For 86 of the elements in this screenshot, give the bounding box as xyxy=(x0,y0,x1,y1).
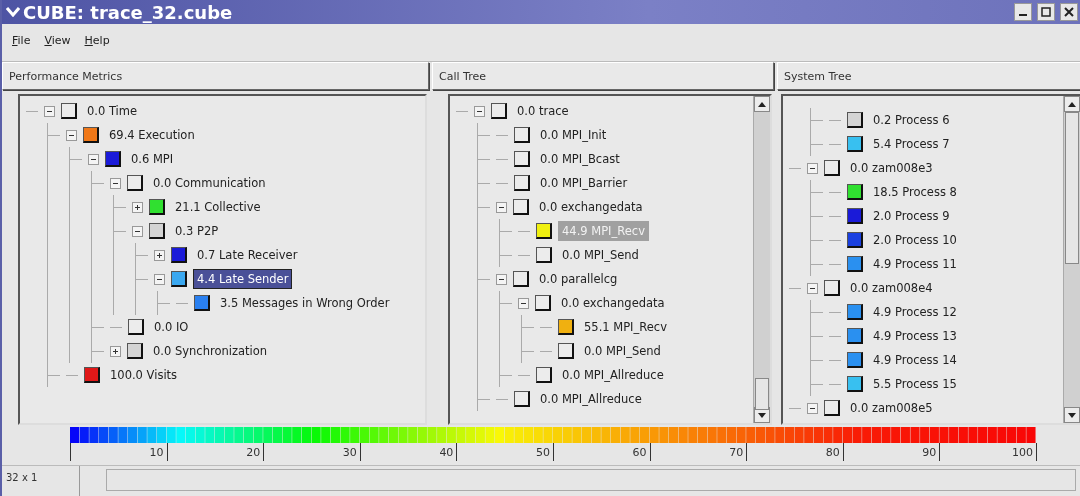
tree-item[interactable]: 0.6 MPI xyxy=(127,149,178,169)
tree-item[interactable]: 0.0 Communication xyxy=(149,173,270,193)
collapse-icon[interactable] xyxy=(496,273,507,285)
tree-item[interactable]: 4.9 Process 14 xyxy=(869,350,961,370)
tree-item[interactable]: 100.0 Visits xyxy=(106,365,182,385)
tree-item[interactable]: 18.5 Process 8 xyxy=(869,182,961,202)
scrollbar[interactable] xyxy=(753,96,770,423)
status-text: 32 x 1 xyxy=(2,466,80,496)
collapse-icon[interactable] xyxy=(807,162,818,174)
scrollbar-thumb[interactable] xyxy=(755,378,769,410)
menu-item[interactable]: Help xyxy=(84,34,110,47)
expand-icon[interactable] xyxy=(110,345,121,357)
tree-item[interactable]: 0.0 exchangedata xyxy=(535,197,647,217)
tree-item[interactable]: 4.9 Process 12 xyxy=(869,302,961,322)
down-arrow-icon[interactable] xyxy=(758,412,766,418)
tree-item[interactable]: 0.0 MPI_Bcast xyxy=(536,149,624,169)
tree-item[interactable]: 0.0 trace xyxy=(513,101,573,121)
tree-item[interactable]: 0.0 zam008e3 xyxy=(846,158,937,178)
tree-item[interactable]: 0.0 parallelcg xyxy=(535,269,622,289)
panel-header: Performance Metrics xyxy=(2,62,429,90)
minimize-button[interactable] xyxy=(1014,3,1032,21)
tree-item[interactable]: 55.1 MPI_Recv xyxy=(580,317,671,337)
close-icon xyxy=(1064,7,1074,17)
menu-item[interactable]: File xyxy=(12,34,31,47)
collapse-icon[interactable] xyxy=(518,297,529,309)
scale-label: 60 xyxy=(553,443,651,461)
down-arrow-icon[interactable] xyxy=(1068,412,1076,418)
collapse-icon[interactable] xyxy=(110,177,121,189)
tree-item[interactable]: 0.0 MPI_Allreduce xyxy=(558,365,668,385)
expand-icon[interactable] xyxy=(154,249,165,261)
tree-item[interactable]: 2.0 Process 10 xyxy=(869,230,961,250)
scale-label: 90 xyxy=(843,443,941,461)
tree-item[interactable]: 0.3 P2P xyxy=(171,221,223,241)
tree-item[interactable]: 3.5 Messages in Wrong Order xyxy=(216,293,394,313)
tree-item[interactable]: 5.5 Process 15 xyxy=(869,374,961,394)
tree-item[interactable]: 0.0 MPI_Send xyxy=(580,341,665,361)
tree-item[interactable]: 0.0 MPI_Send xyxy=(558,245,643,265)
collapse-icon[interactable] xyxy=(44,105,55,117)
tree-item[interactable]: 4.9 Process 13 xyxy=(869,326,961,346)
tree-item[interactable]: 69.4 Execution xyxy=(105,125,199,145)
menu-item[interactable]: View xyxy=(44,34,71,47)
collapse-icon[interactable] xyxy=(132,225,143,237)
panel-header: Call Tree xyxy=(432,62,774,90)
scale-label: 40 xyxy=(360,443,458,461)
tree-item[interactable]: 0.0 zam008e4 xyxy=(846,278,937,298)
collapse-icon[interactable] xyxy=(496,201,507,213)
collapse-icon[interactable] xyxy=(474,105,485,117)
chevron-icon[interactable] xyxy=(6,7,20,17)
scale-label: 100 xyxy=(940,443,1037,461)
tree-item[interactable]: 4.4 Late Sender xyxy=(193,269,293,289)
expand-icon[interactable] xyxy=(132,201,143,213)
tree-item[interactable]: 21.1 Collective xyxy=(171,197,265,217)
collapse-icon[interactable] xyxy=(66,129,77,141)
scrollbar[interactable] xyxy=(1063,96,1080,423)
scrollbar-thumb[interactable] xyxy=(1065,112,1079,264)
tree-item[interactable]: 0.0 MPI_Init xyxy=(536,125,611,145)
scale-label: 80 xyxy=(747,443,844,461)
tree-item[interactable]: 0.7 Late Receiver xyxy=(193,245,302,265)
scale-label: 70 xyxy=(650,443,748,461)
scale-label: 10 xyxy=(71,443,168,461)
collapse-icon[interactable] xyxy=(88,153,99,165)
tree-item[interactable]: 0.2 Process 6 xyxy=(869,110,954,130)
scale-label: 20 xyxy=(167,443,265,461)
tree-item[interactable]: 5.4 Process 7 xyxy=(869,134,954,154)
collapse-icon[interactable] xyxy=(807,282,818,294)
maximize-button[interactable] xyxy=(1037,3,1055,21)
tree-item[interactable]: 2.0 Process 9 xyxy=(869,206,954,226)
tree-item[interactable]: 4.9 Process 11 xyxy=(869,254,961,274)
scale-label: 50 xyxy=(457,443,554,461)
tree-item[interactable]: 0.0 MPI_Allreduce xyxy=(536,389,646,409)
window-title: CUBE: trace_32.cube xyxy=(23,1,234,23)
tree-item[interactable]: 0.0 IO xyxy=(150,317,193,337)
collapse-icon[interactable] xyxy=(154,273,165,285)
tree-item[interactable]: 0.0 Time xyxy=(83,101,142,121)
up-arrow-icon[interactable] xyxy=(758,101,766,107)
collapse-icon[interactable] xyxy=(807,402,818,414)
panel-header: System Tree xyxy=(777,62,1080,90)
tree-item[interactable]: 0.0 Synchronization xyxy=(149,341,272,361)
tree-item[interactable]: 0.0 zam008e5 xyxy=(846,398,937,418)
tree-item[interactable]: 0.0 exchangedata xyxy=(557,293,669,313)
tree-item[interactable]: 0.0 MPI_Barrier xyxy=(536,173,632,193)
minimize-icon xyxy=(1019,14,1027,16)
maximize-icon xyxy=(1041,7,1051,17)
up-arrow-icon[interactable] xyxy=(1068,101,1076,107)
scale-label: 30 xyxy=(264,443,361,461)
close-button[interactable] xyxy=(1060,3,1078,21)
